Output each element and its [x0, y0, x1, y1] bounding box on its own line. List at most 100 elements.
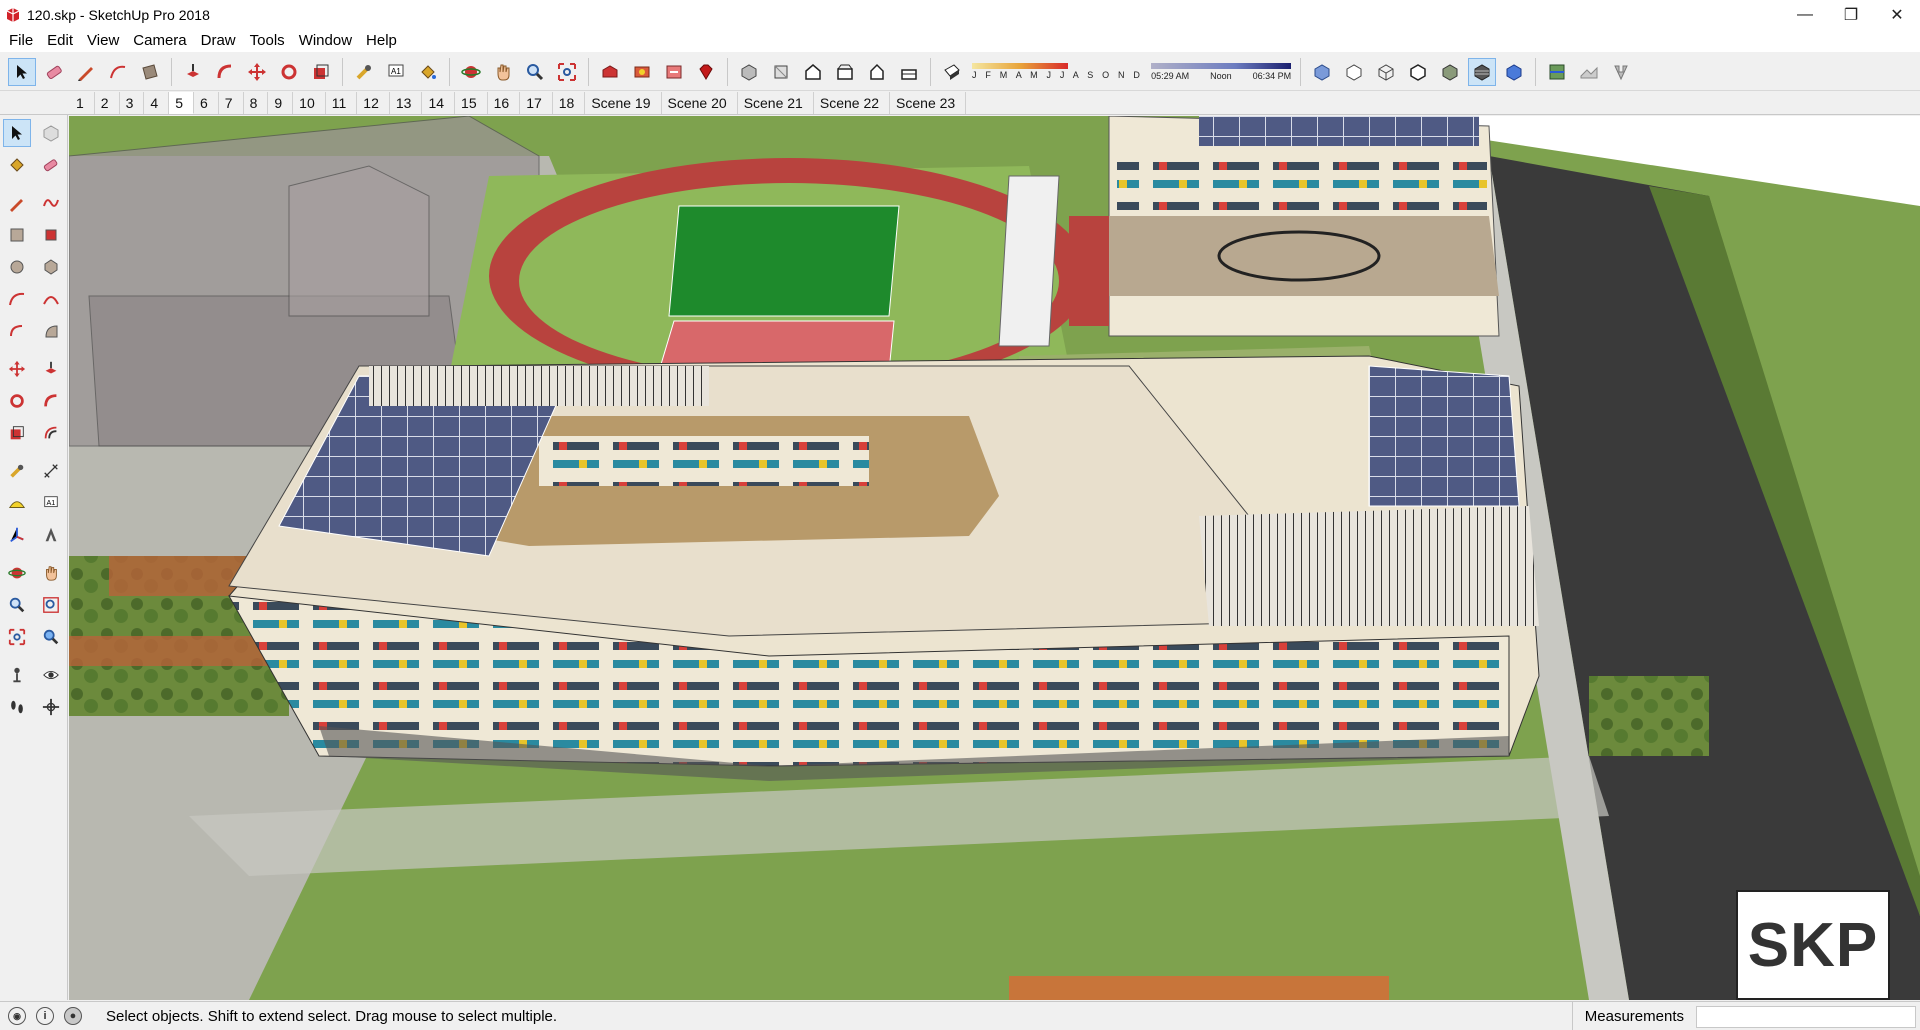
- user-account-icon[interactable]: ●: [64, 1007, 82, 1025]
- orbit-tool-button[interactable]: [3, 559, 31, 587]
- menu-tools[interactable]: Tools: [243, 30, 292, 52]
- scene-tab[interactable]: 16: [488, 92, 521, 114]
- scene-tab[interactable]: 17: [520, 92, 553, 114]
- scene-tab[interactable]: 1: [70, 92, 95, 114]
- maximize-button[interactable]: ❐: [1828, 0, 1874, 30]
- arc-tool-button[interactable]: [104, 58, 132, 86]
- geolocation-icon[interactable]: ◉: [8, 1007, 26, 1025]
- line-tool-button[interactable]: [3, 189, 31, 217]
- scene-tab-active[interactable]: 5: [169, 92, 194, 114]
- rotated-rectangle-tool-button[interactable]: [37, 221, 65, 249]
- orbit-tool-button[interactable]: [457, 58, 485, 86]
- shadow-time-slider[interactable]: 05:29 AM Noon 06:34 PM: [1151, 57, 1292, 87]
- axes-tool-button[interactable]: [3, 521, 31, 549]
- iso-view-button[interactable]: [735, 58, 763, 86]
- zoom-tool-button[interactable]: [521, 58, 549, 86]
- circle-tool-button[interactable]: [3, 253, 31, 281]
- zoom-tool-button[interactable]: [3, 591, 31, 619]
- scene-tab[interactable]: Scene 20: [662, 92, 738, 114]
- scene-tab[interactable]: 3: [120, 92, 145, 114]
- monochrome-style-button[interactable]: [1500, 58, 1528, 86]
- polygon-tool-button[interactable]: [37, 253, 65, 281]
- eraser-tool-button[interactable]: [37, 151, 65, 179]
- paint-bucket-tool-button[interactable]: [3, 151, 31, 179]
- text-tool-button[interactable]: A1: [382, 58, 410, 86]
- pan-tool-button[interactable]: [489, 58, 517, 86]
- previous-view-button[interactable]: [37, 623, 65, 651]
- push-pull-tool-button[interactable]: [37, 355, 65, 383]
- menu-view[interactable]: View: [80, 30, 126, 52]
- offset-tool-button[interactable]: [37, 419, 65, 447]
- scene-tab[interactable]: 15: [455, 92, 488, 114]
- add-location-button[interactable]: [1543, 58, 1571, 86]
- scene-tab[interactable]: 18: [553, 92, 586, 114]
- menu-file[interactable]: File: [2, 30, 40, 52]
- move-tool-button[interactable]: [3, 355, 31, 383]
- tape-measure-tool-button[interactable]: [350, 58, 378, 86]
- protractor-tool-button[interactable]: [3, 489, 31, 517]
- rectangle-tool-button[interactable]: [3, 221, 31, 249]
- scale-tool-button[interactable]: [3, 419, 31, 447]
- dimension-tool-button[interactable]: [37, 457, 65, 485]
- push-pull-tool-button[interactable]: [179, 58, 207, 86]
- scene-tab[interactable]: Scene 19: [585, 92, 662, 114]
- model-viewport[interactable]: SKP: [69, 116, 1920, 1000]
- shape-tool-button[interactable]: [136, 58, 164, 86]
- menu-camera[interactable]: Camera: [126, 30, 193, 52]
- select-tool-button[interactable]: [8, 57, 36, 86]
- credits-icon[interactable]: i: [36, 1007, 54, 1025]
- section-plane-tool-button[interactable]: [37, 693, 65, 721]
- scene-tab[interactable]: 11: [326, 92, 358, 114]
- scene-tab[interactable]: 2: [95, 92, 120, 114]
- tape-measure-tool-button[interactable]: [3, 457, 31, 485]
- front-view-button[interactable]: [799, 58, 827, 86]
- right-view-button[interactable]: [831, 58, 859, 86]
- eraser-tool-button[interactable]: [40, 58, 68, 86]
- position-camera-tool-button[interactable]: [3, 661, 31, 689]
- scene-tab[interactable]: 7: [219, 92, 244, 114]
- two-point-arc-tool-button[interactable]: [37, 285, 65, 313]
- text-tool-button[interactable]: A1: [37, 489, 65, 517]
- back-edges-style-button[interactable]: [1340, 58, 1368, 86]
- scene-tab[interactable]: Scene 23: [890, 92, 967, 114]
- scene-tab[interactable]: Scene 21: [738, 92, 814, 114]
- arc-tool-button[interactable]: [3, 285, 31, 313]
- scene-tab[interactable]: 6: [194, 92, 219, 114]
- menu-help[interactable]: Help: [359, 30, 404, 52]
- scene-tab[interactable]: 8: [244, 92, 269, 114]
- scene-tab[interactable]: 14: [422, 92, 456, 114]
- measurements-input[interactable]: [1696, 1005, 1916, 1028]
- wireframe-style-button[interactable]: [1372, 58, 1400, 86]
- ruby-console-button[interactable]: [692, 58, 720, 86]
- zoom-extents-tool-button[interactable]: [3, 623, 31, 651]
- close-button[interactable]: ✕: [1874, 0, 1920, 30]
- zoom-extents-tool-button[interactable]: [553, 58, 581, 86]
- paint-bucket-tool-button[interactable]: [414, 58, 442, 86]
- top-view-button[interactable]: [767, 58, 795, 86]
- minimize-button[interactable]: —: [1782, 0, 1828, 30]
- scene-tab[interactable]: 4: [144, 92, 170, 114]
- left-view-button[interactable]: [895, 58, 923, 86]
- shadow-toggle-button[interactable]: [938, 58, 966, 86]
- scale-tool-button[interactable]: [307, 58, 335, 86]
- follow-me-tool-button[interactable]: [37, 387, 65, 415]
- extension-warehouse-button[interactable]: [628, 58, 656, 86]
- walk-tool-button[interactable]: [3, 693, 31, 721]
- menu-edit[interactable]: Edit: [40, 30, 80, 52]
- shaded-textures-style-button[interactable]: [1468, 57, 1497, 86]
- zoom-window-tool-button[interactable]: [37, 591, 65, 619]
- scene-tab[interactable]: 12: [357, 92, 390, 114]
- rotate-tool-button[interactable]: [3, 387, 31, 415]
- shadow-date-slider[interactable]: J F M A M J J A S O N D: [972, 57, 1143, 87]
- back-view-button[interactable]: [863, 58, 891, 86]
- 3d-text-tool-button[interactable]: [37, 521, 65, 549]
- pie-tool-button[interactable]: [37, 317, 65, 345]
- three-point-arc-tool-button[interactable]: [3, 317, 31, 345]
- scene-tab[interactable]: 9: [268, 92, 294, 114]
- move-tool-button[interactable]: [243, 58, 271, 86]
- menu-draw[interactable]: Draw: [194, 30, 243, 52]
- share-model-button[interactable]: [660, 58, 688, 86]
- pan-tool-button[interactable]: [37, 559, 65, 587]
- rotate-tool-button[interactable]: [275, 58, 303, 86]
- look-around-tool-button[interactable]: [37, 661, 65, 689]
